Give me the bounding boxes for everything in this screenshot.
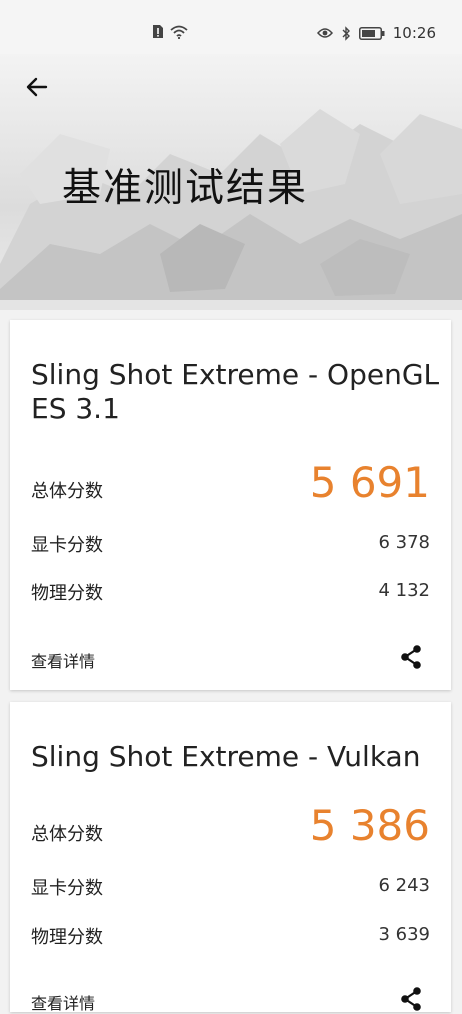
header-banner: 基准测试结果 (0, 54, 462, 310)
eye-icon (316, 28, 333, 38)
result-title: Sling Shot Extreme - Vulkan (31, 740, 421, 773)
view-details-link[interactable]: 查看详情 (31, 648, 95, 672)
status-right-icons: 10:26 (316, 24, 436, 42)
sim-alert-icon (153, 25, 163, 38)
total-score-label: 总体分数 (31, 824, 103, 845)
share-icon[interactable] (399, 644, 423, 670)
status-center-icons (152, 24, 188, 39)
status-time: 10:26 (392, 24, 436, 42)
bluetooth-icon (342, 25, 350, 41)
result-card-vulkan: Sling Shot Extreme - Vulkan 总体分数 5 386 显… (10, 702, 451, 1014)
share-icon[interactable] (399, 986, 423, 1012)
view-details-link[interactable]: 查看详情 (31, 990, 95, 1014)
page-title: 基准测试结果 (62, 166, 309, 211)
back-arrow-icon[interactable] (22, 72, 52, 102)
physics-score-value: 3 639 (378, 924, 430, 945)
battery-icon (358, 26, 385, 40)
total-score-label: 总体分数 (31, 481, 103, 502)
total-score-value: 5 691 (309, 458, 430, 507)
graphics-score-value: 6 243 (378, 875, 430, 896)
wifi-icon (170, 25, 188, 39)
result-title: Sling Shot Extreme - OpenGL ES 3.1 (31, 358, 440, 425)
physics-score-value: 4 132 (378, 580, 430, 601)
graphics-score-label: 显卡分数 (31, 878, 103, 899)
physics-score-label: 物理分数 (31, 583, 103, 604)
result-card-opengl: Sling Shot Extreme - OpenGL ES 3.1 总体分数 … (10, 320, 451, 690)
graphics-score-label: 显卡分数 (31, 535, 103, 556)
status-bar: 10:26 (0, 0, 462, 54)
total-score-value: 5 386 (309, 801, 430, 850)
graphics-score-value: 6 378 (378, 532, 430, 553)
physics-score-label: 物理分数 (31, 927, 103, 948)
